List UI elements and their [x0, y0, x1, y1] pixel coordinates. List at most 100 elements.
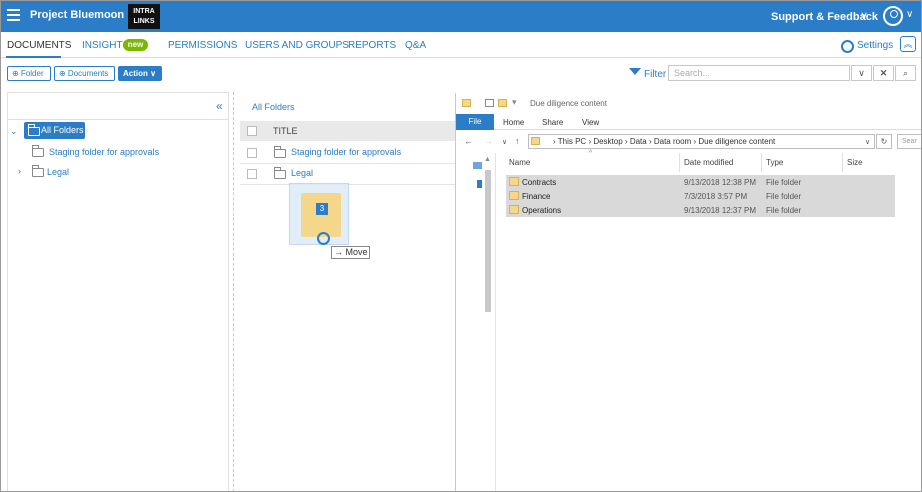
file-date: 7/3/2018 3:57 PM — [684, 192, 748, 201]
file-type: File folder — [766, 206, 802, 215]
column-header-name[interactable]: Name — [509, 158, 530, 167]
folder-tree-header — [7, 92, 229, 120]
breadcrumb[interactable]: All Folders — [252, 102, 295, 112]
caret-right-icon[interactable]: › — [18, 166, 21, 176]
tab-qa[interactable]: Q&A — [405, 40, 426, 51]
row-separator — [240, 163, 456, 164]
settings-link[interactable]: Settings — [857, 40, 893, 51]
folder-icon — [531, 137, 540, 145]
pane-divider[interactable] — [233, 92, 234, 492]
tree-item-staging-folder[interactable]: Staging folder for approvals — [49, 147, 159, 157]
folder-icon — [509, 205, 519, 214]
folder-icon — [509, 191, 519, 200]
drag-count-badge: 3 — [316, 203, 328, 215]
refresh-icon[interactable]: ↻ — [876, 134, 892, 149]
action-button-label: Action — [123, 69, 148, 78]
scrollbar-thumb[interactable] — [485, 170, 491, 312]
chevron-down-icon[interactable]: ▾ — [512, 97, 517, 108]
chevron-down-icon[interactable]: ∨ — [502, 138, 507, 146]
file-date: 9/13/2018 12:37 PM — [684, 206, 757, 215]
folder-icon — [32, 165, 44, 177]
list-item-legal[interactable]: Legal — [291, 168, 313, 178]
column-header-date[interactable]: Date modified — [684, 158, 733, 167]
chevron-down-icon[interactable]: ∨ — [865, 138, 870, 146]
folder-icon — [274, 167, 286, 179]
ribbon-tab-share[interactable]: Share — [542, 118, 563, 127]
gear-icon[interactable] — [841, 40, 854, 53]
tab-users-and-groups[interactable]: USERS AND GROUPS — [245, 40, 349, 51]
column-separator[interactable] — [761, 153, 762, 172]
address-crumb[interactable]: Due diligence content — [698, 137, 775, 146]
column-header-type[interactable]: Type — [766, 158, 783, 167]
user-avatar-icon[interactable] — [883, 6, 903, 26]
ribbon-tab-home[interactable]: Home — [503, 118, 524, 127]
action-button[interactable]: Action ∨ — [118, 66, 162, 81]
folder-icon — [301, 193, 341, 237]
tab-reports[interactable]: REPORTS — [348, 40, 396, 51]
back-arrow-icon[interactable]: ← — [464, 136, 473, 146]
tab-documents[interactable]: DOCUMENTS — [7, 40, 71, 51]
file-date: 9/13/2018 12:38 PM — [684, 178, 757, 187]
drive-icon[interactable] — [477, 180, 482, 188]
ribbon-tab-view[interactable]: View — [582, 118, 599, 127]
move-tooltip-label: Move — [345, 247, 368, 257]
file-name: Contracts — [522, 178, 557, 187]
project-name[interactable]: Project Bluemoon — [30, 9, 124, 21]
pc-icon[interactable] — [473, 162, 482, 169]
file-type: File folder — [766, 192, 802, 201]
row-checkbox[interactable] — [247, 169, 257, 179]
file-type: File folder — [766, 178, 802, 187]
select-all-checkbox[interactable] — [247, 126, 257, 136]
file-name: Finance — [522, 192, 551, 201]
row-checkbox[interactable] — [247, 148, 257, 158]
column-header-size[interactable]: Size — [847, 158, 863, 167]
forward-arrow-icon[interactable]: → — [484, 136, 493, 146]
window-title: Due diligence content — [530, 99, 607, 108]
folder-icon — [509, 177, 519, 186]
menu-icon[interactable] — [7, 9, 20, 21]
folder-icon — [28, 124, 40, 136]
address-bar[interactable]: › This PC › Desktop › Data › Data room ›… — [528, 134, 875, 149]
chevron-down-icon[interactable]: ∨ — [906, 9, 913, 20]
top-bar: Project Bluemoon INTRA LINKS Support & Fe… — [0, 0, 922, 32]
tree-item-legal[interactable]: Legal — [47, 167, 69, 177]
chevron-down-icon[interactable]: ∨ — [860, 9, 868, 22]
properties-icon[interactable] — [485, 99, 494, 107]
new-folder-icon[interactable] — [498, 99, 507, 107]
tree-item-label: All Folders — [41, 125, 84, 135]
caret-down-icon[interactable]: ⌄ — [10, 126, 18, 137]
tab-permissions[interactable]: PERMISSIONS — [168, 40, 237, 51]
scroll-up-icon[interactable]: ▲ — [484, 156, 491, 163]
address-crumb[interactable]: Data room — [654, 137, 691, 146]
up-arrow-icon[interactable]: ↑ — [515, 136, 520, 146]
file-name: Operations — [522, 206, 562, 215]
filter-icon[interactable] — [629, 68, 641, 75]
file-explorer-window — [455, 93, 922, 492]
folder-icon — [32, 145, 44, 157]
ribbon-tab-file[interactable]: File — [456, 114, 494, 130]
sort-ascending-icon: ^ — [589, 150, 593, 157]
folder-icon — [274, 146, 286, 158]
explorer-search-input[interactable]: Sear — [897, 134, 922, 149]
address-crumb[interactable]: Data — [630, 137, 647, 146]
clear-search-icon[interactable]: ✕ — [873, 65, 894, 81]
add-folder-button[interactable]: ⊕ Folder — [7, 66, 51, 81]
column-separator[interactable] — [679, 153, 680, 172]
collapse-pane-icon[interactable]: « — [216, 99, 223, 113]
filter-label[interactable]: Filter — [644, 69, 666, 80]
folder-icon — [462, 99, 471, 107]
title-column-header[interactable]: TITLE — [273, 126, 298, 136]
move-tooltip: → Move — [331, 246, 370, 259]
collapse-header-button[interactable]: ︽ — [900, 36, 916, 52]
column-separator[interactable] — [842, 153, 843, 172]
chevron-down-icon[interactable]: ∨ — [851, 65, 872, 81]
search-icon[interactable]: ⌕ — [895, 65, 916, 81]
address-crumb[interactable]: Desktop — [593, 137, 622, 146]
search-input[interactable]: Search... — [668, 65, 850, 81]
address-crumb[interactable]: This PC — [558, 137, 586, 146]
new-badge: new — [123, 39, 148, 51]
intralinks-logo: INTRA LINKS — [128, 4, 160, 29]
busy-cursor-icon — [317, 232, 330, 245]
add-documents-button[interactable]: ⊕ Documents — [54, 66, 115, 81]
list-item-staging-folder[interactable]: Staging folder for approvals — [291, 147, 401, 157]
